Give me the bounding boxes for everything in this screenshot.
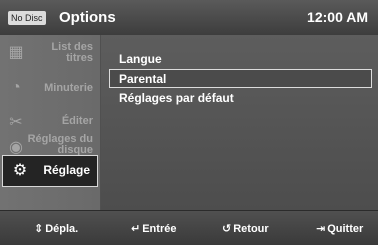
hint-return: ↺ Retour [222, 223, 269, 235]
menu-item-default-settings[interactable]: Réglages par défaut [119, 91, 234, 105]
main-menu: Langue Parental Réglages par défaut [101, 35, 378, 210]
sidebar-item-label: Réglage [43, 163, 90, 177]
options-screen: No Disc Options 12:00 AM ▦ List des titr… [0, 0, 378, 245]
return-icon: ↺ [222, 223, 232, 235]
sidebar-item-label: Minuterie [44, 82, 93, 94]
hint-exit: ⇥ Quitter [316, 223, 364, 235]
options-sidebar: ▦ List des titres ◔ Minuterie ✂ Éditer ◉… [0, 35, 101, 210]
hint-move: ⇕ Dépla. [34, 223, 79, 235]
sidebar-item-label: Éditer [61, 115, 93, 127]
no-disc-badge: No Disc [8, 11, 46, 25]
menu-item-language[interactable]: Langue [119, 52, 162, 66]
up-down-arrows-icon: ⇕ [34, 223, 44, 235]
enter-icon: ↵ [131, 223, 141, 235]
sidebar-item-setup[interactable]: ⚙ Réglage [2, 155, 98, 187]
sidebar-item-label: Réglages du disque [27, 133, 93, 156]
exit-icon: ⇥ [316, 223, 326, 235]
page-title: Options [59, 9, 116, 26]
sidebar-item-label: List des titres [51, 41, 93, 64]
control-hints-bar: ⇕ Dépla. ↵ Entrée ↺ Retour ⇥ Quitter [0, 210, 378, 245]
menu-item-parental[interactable]: Parental [119, 72, 166, 86]
hint-enter: ↵ Entrée [131, 223, 177, 235]
sidebar-item-title-list[interactable]: ▦ List des titres [0, 35, 100, 70]
top-bar: No Disc Options 12:00 AM [0, 0, 378, 36]
clock-display: 12:00 AM [307, 9, 368, 25]
sidebar-item-timer[interactable]: ◔ Minuterie [0, 70, 100, 105]
